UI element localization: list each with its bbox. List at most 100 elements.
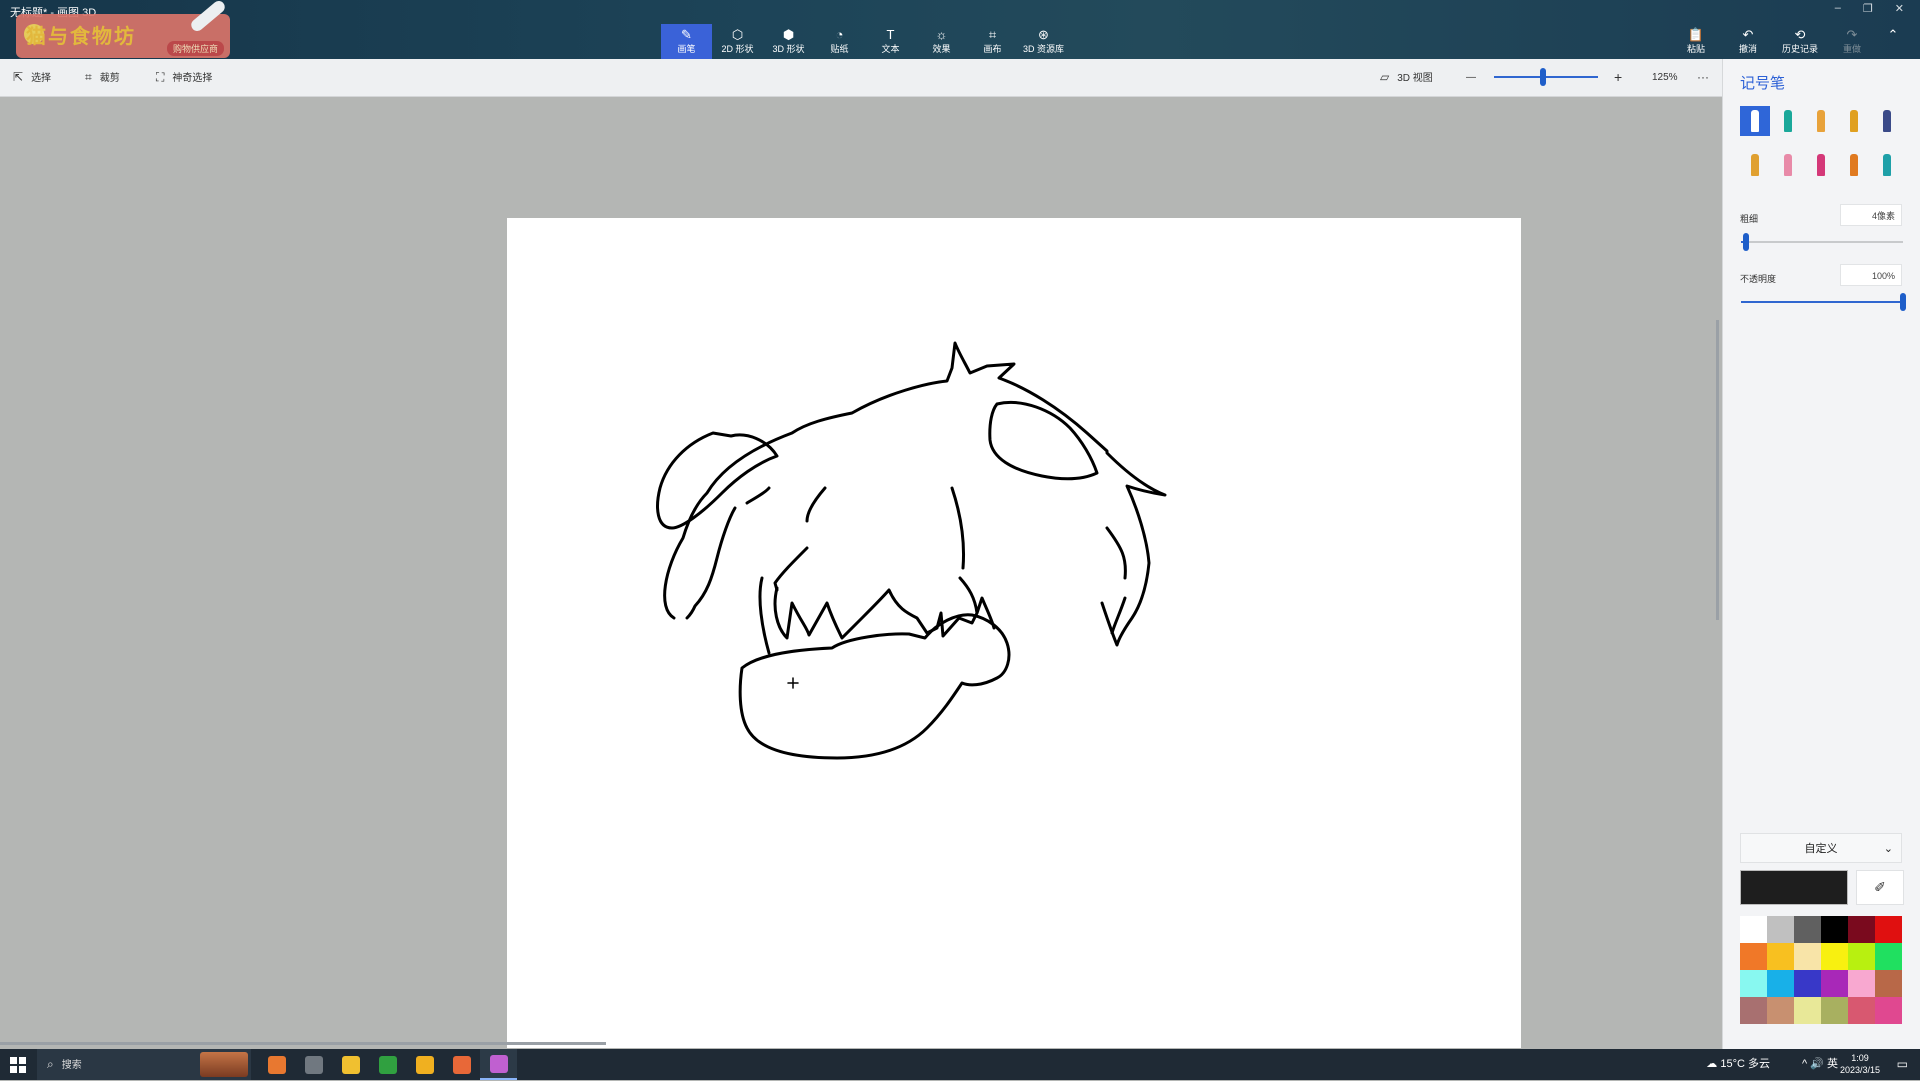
- cursor-crosshair: [787, 677, 799, 689]
- oil-brush-brush[interactable]: [1806, 106, 1836, 136]
- crayon-brush[interactable]: [1806, 150, 1836, 180]
- start-button[interactable]: [10, 1057, 26, 1073]
- eyedropper-button[interactable]: ✐: [1856, 870, 1904, 905]
- zoom-in-button[interactable]: +: [1614, 59, 1622, 96]
- sketch-drawing: [656, 341, 1167, 760]
- color-swatch[interactable]: [1821, 997, 1848, 1024]
- opacity-input[interactable]: 100%: [1840, 264, 1902, 286]
- paste-icon: 📋: [1687, 27, 1705, 42]
- calligraphy-pen-brush[interactable]: [1773, 106, 1803, 136]
- marker-brush[interactable]: [1740, 106, 1770, 136]
- redo-button[interactable]: ↷ 重做: [1826, 24, 1878, 59]
- color-swatch[interactable]: [1767, 943, 1794, 970]
- zoom-slider[interactable]: [1494, 68, 1598, 86]
- tool-text[interactable]: T 文本: [865, 24, 916, 59]
- pencil-brush[interactable]: [1740, 150, 1770, 180]
- 3d-view-icon: ▱: [1380, 70, 1390, 84]
- watercolor-brush[interactable]: [1839, 106, 1869, 136]
- tool-2d-shapes[interactable]: ⬡ 2D 形状: [712, 24, 763, 59]
- color-swatch[interactable]: [1848, 916, 1875, 943]
- tool-label: 历史记录: [1781, 44, 1818, 54]
- color-swatch[interactable]: [1740, 943, 1767, 970]
- color-swatch[interactable]: [1848, 970, 1875, 997]
- tray-icons[interactable]: ^ 🔊 英: [1802, 1049, 1838, 1080]
- store-app-icon: [452, 1055, 471, 1074]
- thickness-slider[interactable]: [1741, 233, 1903, 251]
- color-swatch[interactable]: [1794, 916, 1821, 943]
- tool-label: 2D 形状: [721, 44, 754, 54]
- effects-icon: ☼: [935, 27, 948, 42]
- color-swatch[interactable]: [1767, 970, 1794, 997]
- weather-widget[interactable]: ☁ 15°C 多云: [1706, 1049, 1770, 1080]
- opacity-slider-thumb[interactable]: [1900, 293, 1906, 311]
- paste-button[interactable]: 📋 粘贴: [1670, 24, 1722, 59]
- oil-brush-icon: [1817, 110, 1825, 132]
- eraser-brush[interactable]: [1773, 150, 1803, 180]
- color-swatch[interactable]: [1740, 997, 1767, 1024]
- color-swatch[interactable]: [1848, 997, 1875, 1024]
- color-swatch[interactable]: [1794, 970, 1821, 997]
- color-swatch[interactable]: [1740, 970, 1767, 997]
- drawing-canvas[interactable]: [507, 218, 1521, 1048]
- tool-canvas[interactable]: ⌗ 画布: [967, 24, 1018, 59]
- magic-select-button[interactable]: ⛶ 神奇选择: [156, 59, 212, 96]
- color-swatch[interactable]: [1875, 916, 1902, 943]
- pixel-pen-brush[interactable]: [1872, 106, 1902, 136]
- tool-sticker[interactable]: ◔ 贴纸: [814, 24, 865, 59]
- maximize-button[interactable]: ❐: [1863, 2, 1873, 15]
- thickness-slider-thumb[interactable]: [1742, 233, 1749, 251]
- paint3d-app[interactable]: [480, 1049, 517, 1080]
- crop-button[interactable]: ⌗ 裁剪: [85, 59, 120, 96]
- notification-icon[interactable]: ▭: [1897, 1057, 1908, 1071]
- magic-select-icon: ⛶: [156, 70, 165, 84]
- thickness-input[interactable]: 4像素: [1840, 204, 1902, 226]
- horizontal-scrollbar[interactable]: [0, 1042, 606, 1045]
- vertical-scrollbar[interactable]: [1716, 320, 1719, 620]
- color-swatch[interactable]: [1794, 943, 1821, 970]
- color-swatch[interactable]: [1821, 970, 1848, 997]
- color-swatch[interactable]: [1875, 943, 1902, 970]
- color-swatch[interactable]: [1875, 970, 1902, 997]
- tool-3d-shapes[interactable]: ⬢ 3D 形状: [763, 24, 814, 59]
- bangs: [758, 486, 996, 655]
- taskbar-apps: [258, 1049, 517, 1080]
- help-app[interactable]: [258, 1049, 295, 1080]
- 3d-view-button[interactable]: ▱ 3D 视图: [1380, 59, 1433, 96]
- color-swatch[interactable]: [1821, 916, 1848, 943]
- color-swatch[interactable]: [1767, 997, 1794, 1024]
- zoom-out-button[interactable]: —: [1466, 59, 1476, 96]
- current-color-swatch[interactable]: [1740, 870, 1848, 905]
- store-app[interactable]: [443, 1049, 480, 1080]
- color-swatch[interactable]: [1875, 997, 1902, 1024]
- tool-brush[interactable]: ✎ 画笔: [661, 24, 712, 59]
- color-swatch[interactable]: [1848, 943, 1875, 970]
- select-button[interactable]: ⇱ 选择: [13, 59, 51, 96]
- bilibili-app[interactable]: [332, 1049, 369, 1080]
- color-swatch[interactable]: [1740, 916, 1767, 943]
- close-button[interactable]: ✕: [1895, 2, 1904, 15]
- zoom-slider-thumb[interactable]: [1539, 68, 1546, 86]
- collapse-ribbon-button[interactable]: ⌃: [1878, 24, 1908, 59]
- tool-3d-library[interactable]: ⊛ 3D 资源库: [1018, 24, 1069, 59]
- minimize-button[interactable]: –: [1835, 2, 1841, 15]
- clock[interactable]: 1:09 2023/3/15: [1840, 1052, 1880, 1076]
- clock-app[interactable]: [295, 1049, 332, 1080]
- history-button[interactable]: ⟲ 历史记录: [1774, 24, 1826, 59]
- color-swatch[interactable]: [1767, 916, 1794, 943]
- undo-button[interactable]: ↶ 撤消: [1722, 24, 1774, 59]
- taskbar-search[interactable]: ⌕ 搜索: [37, 1049, 251, 1080]
- color-mode-dropdown[interactable]: 自定义 ⌄: [1740, 833, 1902, 863]
- chevron-down-icon: ⌄: [1883, 843, 1893, 855]
- thickness-label: 粗细: [1740, 214, 1759, 224]
- color-swatch[interactable]: [1794, 997, 1821, 1024]
- fill-brush[interactable]: [1872, 150, 1902, 180]
- more-options-button[interactable]: ···: [1697, 59, 1709, 96]
- browser-app[interactable]: [406, 1049, 443, 1080]
- opacity-slider[interactable]: [1741, 293, 1906, 311]
- xbox-app[interactable]: [369, 1049, 406, 1080]
- zoom-level[interactable]: 125%: [1652, 59, 1678, 96]
- chevron-up-icon: ⌃: [1887, 27, 1899, 42]
- tool-effects[interactable]: ☼ 效果: [916, 24, 967, 59]
- spray-can-brush[interactable]: [1839, 150, 1869, 180]
- color-swatch[interactable]: [1821, 943, 1848, 970]
